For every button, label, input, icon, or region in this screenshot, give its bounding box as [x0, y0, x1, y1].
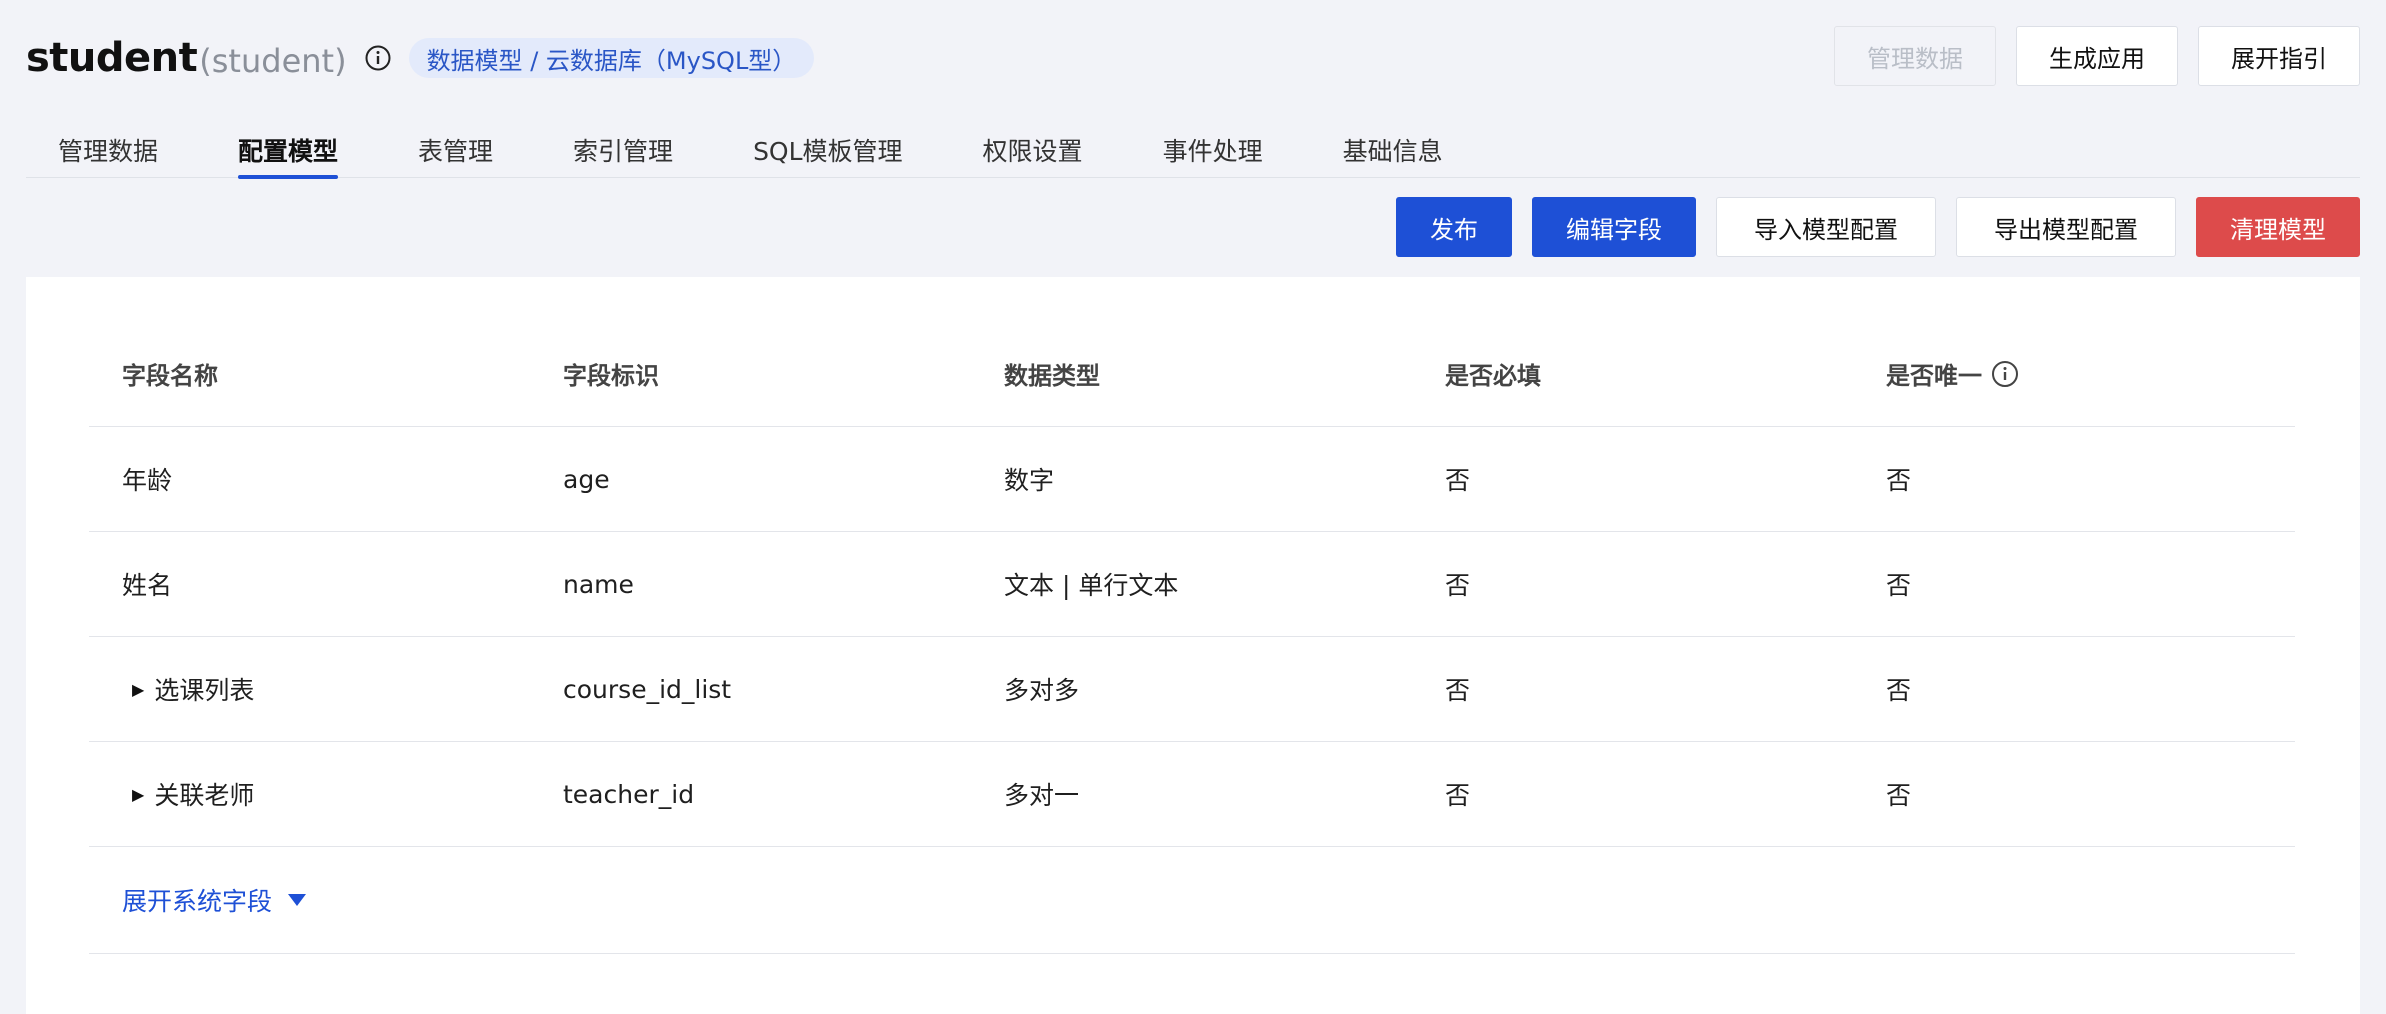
field-type: 多对多	[1004, 676, 1080, 705]
tab-index-management[interactable]: 索引管理	[573, 118, 673, 178]
field-name-cell: ▶ 关联老师	[89, 776, 530, 812]
field-required: 否	[1445, 781, 1471, 810]
field-unique: 否	[1886, 571, 1912, 600]
field-unique: 否	[1886, 466, 1912, 495]
tab-sql-template[interactable]: SQL模板管理	[753, 118, 902, 178]
expand-system-fields-label: 展开系统字段	[122, 887, 273, 916]
publish-button[interactable]: 发布	[1396, 197, 1512, 257]
edit-fields-button[interactable]: 编辑字段	[1532, 197, 1696, 257]
field-required: 否	[1445, 466, 1471, 495]
manage-data-button[interactable]: 管理数据	[1834, 26, 1996, 86]
page-header: student (student) 数据模型 / 云数据库（MySQL型）	[26, 28, 815, 88]
field-unique: 否	[1886, 781, 1912, 810]
tab-bar: 管理数据 配置模型 表管理 索引管理 SQL模板管理 权限设置 事件处理 基础信…	[26, 118, 2360, 179]
caret-down-icon	[288, 894, 307, 906]
field-type: 数字	[1004, 466, 1055, 495]
expand-system-fields-link[interactable]: 展开系统字段	[122, 882, 307, 918]
table-header: 字段名称 字段标识 数据类型 是否必填 是否唯一	[89, 321, 2295, 427]
field-type: 多对一	[1004, 781, 1080, 810]
model-toolbar: 发布 编辑字段 导入模型配置 导出模型配置 清理模型	[1396, 197, 2360, 257]
field-name-cell: ▶ 选课列表	[89, 671, 530, 707]
info-icon[interactable]	[363, 43, 393, 73]
model-type-badge: 数据模型 / 云数据库（MySQL型）	[408, 38, 815, 78]
tab-permissions[interactable]: 权限设置	[983, 118, 1083, 178]
expand-row-icon[interactable]: ▶	[132, 680, 144, 699]
field-required: 否	[1445, 676, 1471, 705]
column-header-unique: 是否唯一	[1853, 356, 2294, 391]
column-header-label: 是否唯一	[1886, 362, 1982, 390]
import-config-button[interactable]: 导入模型配置	[1716, 197, 1936, 257]
tab-table-management[interactable]: 表管理	[418, 118, 493, 178]
field-name: 选课列表	[154, 676, 255, 705]
page-title: student	[26, 35, 198, 81]
field-required: 否	[1445, 571, 1471, 600]
column-header: 字段名称	[122, 362, 218, 390]
fields-panel: 字段名称 字段标识 数据类型 是否必填 是否唯一 年龄 age 数字 否 否 姓…	[26, 277, 2360, 1014]
export-config-button[interactable]: 导出模型配置	[1956, 197, 2176, 257]
header-actions: 管理数据 生成应用 展开指引	[1834, 26, 2360, 86]
expand-system-fields-row: 展开系统字段	[89, 847, 2295, 954]
tab-manage-data[interactable]: 管理数据	[58, 118, 158, 178]
fields-table: 字段名称 字段标识 数据类型 是否必填 是否唯一 年龄 age 数字 否 否 姓…	[89, 321, 2295, 954]
info-icon[interactable]	[1990, 359, 2020, 389]
field-name: 姓名	[122, 571, 173, 600]
table-row[interactable]: 姓名 name 文本 | 单行文本 否 否	[89, 532, 2295, 637]
table-row[interactable]: 年龄 age 数字 否 否	[89, 427, 2295, 532]
table-row[interactable]: ▶ 关联老师 teacher_id 多对一 否 否	[89, 742, 2295, 847]
column-header: 是否必填	[1445, 362, 1541, 390]
field-id: course_id_list	[563, 674, 732, 704]
expand-guide-button[interactable]: 展开指引	[2198, 26, 2360, 86]
column-header: 字段标识	[563, 362, 659, 390]
field-type: 文本 | 单行文本	[1004, 571, 1179, 600]
table-row[interactable]: ▶ 选课列表 course_id_list 多对多 否 否	[89, 637, 2295, 742]
tab-event-handling[interactable]: 事件处理	[1163, 118, 1263, 178]
expand-row-icon[interactable]: ▶	[132, 785, 144, 804]
field-id: name	[563, 569, 634, 599]
clear-model-button[interactable]: 清理模型	[2196, 197, 2360, 257]
field-id: age	[563, 464, 610, 494]
field-name: 年龄	[122, 466, 173, 495]
column-header: 数据类型	[1004, 362, 1100, 390]
tab-configure-model[interactable]: 配置模型	[238, 118, 339, 179]
field-unique: 否	[1886, 676, 1912, 705]
page-subtitle: (student)	[199, 42, 347, 80]
generate-app-button[interactable]: 生成应用	[2016, 26, 2178, 86]
field-name: 关联老师	[154, 781, 255, 810]
tab-basic-info[interactable]: 基础信息	[1343, 118, 1443, 178]
field-id: teacher_id	[563, 779, 695, 809]
